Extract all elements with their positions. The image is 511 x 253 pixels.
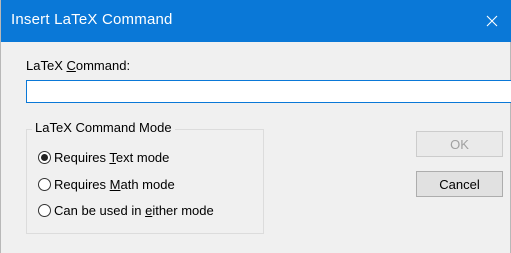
radio-label-post: ext mode [115,150,170,165]
window-title: Insert LaTeX Command [11,11,173,28]
radio-label-post: ath mode [120,177,175,192]
radio-button-circle[interactable] [38,204,51,217]
cancel-button[interactable]: Cancel [416,171,503,197]
radio-selected-dot [41,154,48,161]
radio-label-pre: Can be used in [54,203,146,218]
radio-label-pre: Requires [54,150,110,165]
radio-label: Requires Text mode [54,150,169,165]
command-label-pre: LaTeX [26,58,67,73]
radio-requires-math-mode[interactable]: Requires Math mode [38,177,175,192]
radio-label: Can be used in either mode [54,203,214,218]
radio-either-mode[interactable]: Can be used in either mode [38,203,214,218]
ok-button[interactable]: OK [416,131,503,157]
radio-label-pre: Requires [54,177,110,192]
command-mode-legend: LaTeX Command Mode [32,120,175,135]
radio-requires-text-mode[interactable]: Requires Text mode [38,150,169,165]
command-label-post: ommand: [75,58,131,73]
command-label: LaTeX Command: [26,58,130,73]
radio-label-post: ither mode [152,203,214,218]
command-label-mnemonic: C [66,58,76,73]
radio-button-circle[interactable] [38,178,51,191]
radio-button-circle[interactable] [38,151,51,164]
radio-label: Requires Math mode [54,177,175,192]
insert-latex-command-dialog: Insert LaTeX Command LaTeX Command: LaTe… [0,0,511,253]
close-icon[interactable] [472,0,511,42]
radio-label-mnemonic: M [109,177,121,192]
title-bar: Insert LaTeX Command [1,0,511,42]
latex-command-input[interactable] [26,80,511,103]
